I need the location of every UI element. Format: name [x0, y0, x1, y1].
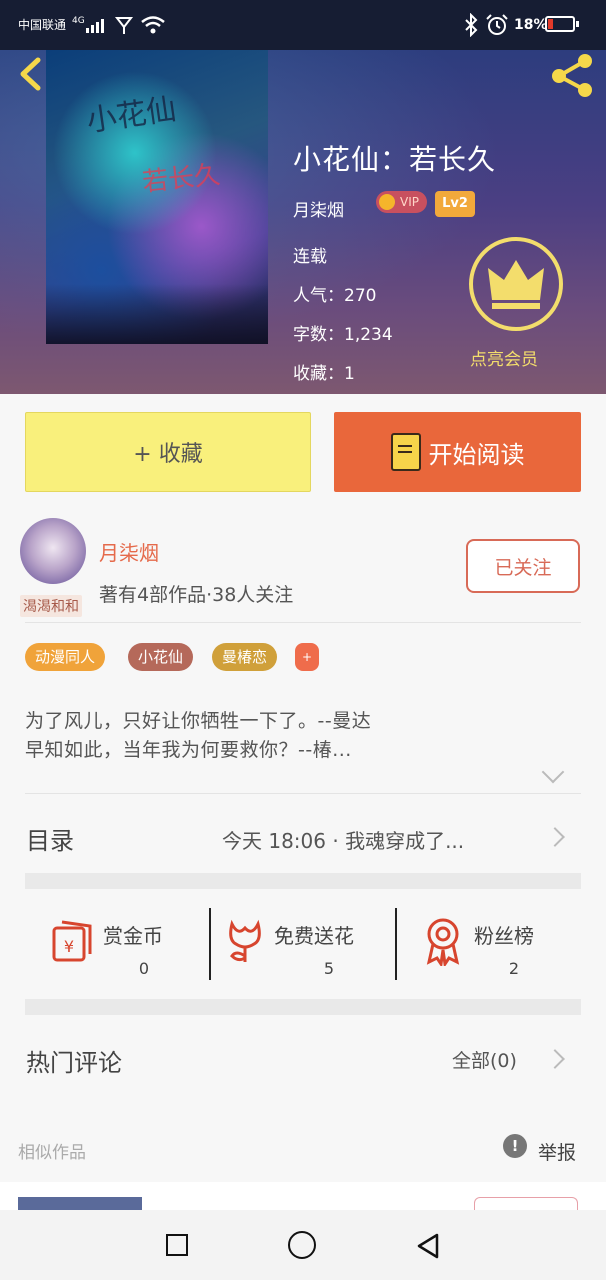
stat-flower-label[interactable]: 免费送花 — [274, 920, 354, 949]
nav-back-icon[interactable] — [415, 1232, 443, 1260]
medal-icon[interactable] — [423, 916, 463, 966]
crown-icon — [379, 194, 395, 210]
stat-reward-value: 0 — [138, 959, 150, 978]
book-cover[interactable]: 小花仙 若长久 — [46, 50, 268, 344]
start-reading-button[interactable]: 开始阅读 — [334, 412, 581, 492]
author-name[interactable]: 月柒烟 — [99, 537, 159, 566]
battery-tip — [576, 21, 579, 27]
stat-flower-value: 5 — [323, 959, 335, 978]
alarm-icon — [486, 14, 508, 35]
cover-title-art: 小花仙 — [84, 91, 179, 140]
tag-mantwin[interactable]: 曼椿恋 — [212, 643, 278, 671]
hot-comments-label: 热门评论 — [26, 1049, 122, 1077]
description-line-2: 早知如此，当年我为何要救你？--椿... — [25, 739, 352, 761]
toc-label: 目录 — [26, 827, 74, 855]
book-word-count: 字数：1,234 — [293, 325, 393, 345]
flower-icon[interactable] — [224, 918, 266, 964]
battery-percent: 18% — [514, 17, 548, 33]
similar-works-label: 相似作品 — [18, 1143, 86, 1163]
tag-anime-fanfic[interactable]: 动漫同人 — [25, 643, 106, 671]
warning-icon[interactable]: ! — [503, 1134, 527, 1158]
book-icon — [390, 433, 421, 471]
recent-apps-icon[interactable] — [166, 1234, 188, 1256]
toc-latest-chapter: 今天 18:06 · 我魂穿成了... — [222, 829, 465, 853]
tag-xiaohuaxian[interactable]: 小花仙 — [128, 643, 194, 671]
author-stats: 著有4部作品·38人关注 — [99, 584, 294, 606]
bluetooth-icon — [465, 13, 478, 37]
start-reading-label: 开始阅读 — [428, 440, 525, 469]
back-icon[interactable] — [16, 56, 46, 92]
battery-icon — [545, 16, 575, 32]
avatar[interactable] — [20, 518, 86, 584]
book-author[interactable]: 月柒烟 — [293, 196, 344, 221]
favorite-label: + 收藏 — [133, 442, 203, 467]
report-link[interactable]: 举报 — [538, 1138, 576, 1165]
description-line-1: 为了风儿，只好让你牺牲一下了。--曼达 — [25, 710, 372, 732]
stat-reward-label[interactable]: 赏金币 — [103, 920, 163, 949]
level-badge: Lv2 — [435, 191, 475, 217]
book-favorites: 收藏：1 — [293, 364, 355, 384]
reward-coin-icon[interactable]: ¥ — [50, 918, 96, 964]
tag-more-button[interactable]: + — [295, 643, 319, 671]
section-divider — [25, 873, 581, 889]
home-icon[interactable] — [288, 1231, 316, 1259]
member-label[interactable]: 点亮会员 — [470, 345, 538, 370]
avatar-tag: 渴渴和和 — [20, 595, 82, 617]
divider — [25, 793, 581, 794]
book-status: 连载 — [293, 247, 327, 267]
book-popularity: 人气：270 — [293, 286, 377, 306]
expand-description-icon[interactable] — [541, 760, 565, 784]
svg-text:¥: ¥ — [64, 937, 74, 956]
signal-icon — [86, 19, 104, 33]
signal-icon — [114, 17, 134, 34]
stat-fans-label[interactable]: 粉丝榜 — [474, 920, 534, 949]
follow-label: 已关注 — [494, 556, 552, 579]
carrier-label: 中国联通 — [18, 18, 67, 32]
status-bar: 中国联通 4G 18% — [0, 0, 606, 50]
follow-button[interactable]: 已关注 — [466, 539, 580, 593]
cover-skyline — [46, 284, 268, 344]
vip-badge: VIP — [376, 191, 427, 213]
share-icon[interactable] — [548, 52, 596, 98]
stat-separator — [395, 908, 397, 980]
book-title: 小花仙：若长久 — [293, 143, 497, 176]
network-label: 4G — [72, 16, 85, 26]
favorite-button[interactable]: + 收藏 — [25, 412, 311, 492]
stat-separator — [209, 908, 211, 980]
vip-label: VIP — [400, 195, 419, 209]
section-divider — [25, 999, 581, 1015]
wifi-icon — [141, 16, 165, 34]
divider — [25, 622, 581, 623]
cover-subtitle-art: 若长久 — [140, 159, 222, 198]
chevron-right-icon — [545, 1049, 565, 1069]
member-crown-icon[interactable] — [468, 236, 564, 332]
all-comments-link[interactable]: 全部(0) — [452, 1046, 517, 1073]
stat-fans-value: 2 — [508, 959, 520, 978]
